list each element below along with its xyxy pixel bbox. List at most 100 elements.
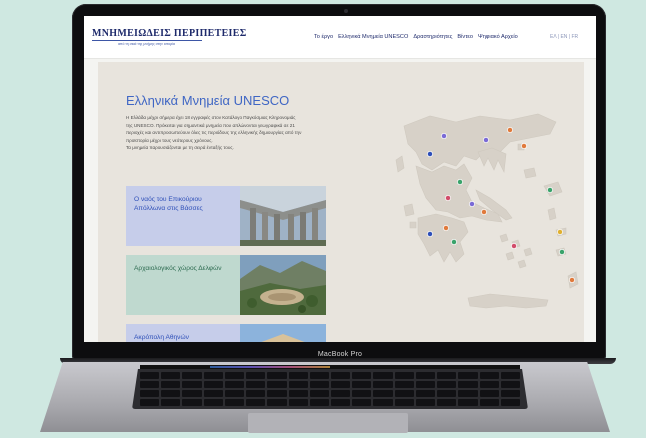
keyboard-key: [140, 390, 160, 397]
keyboard-key: [288, 381, 308, 388]
keyboard-key: [288, 399, 308, 406]
monument-card-acropolis[interactable]: Ακρόπολη Αθηνών: [126, 324, 326, 342]
nav-item-project[interactable]: Το έργο: [314, 34, 333, 40]
card-title: Ακρόπολη Αθηνών: [126, 324, 240, 342]
keyboard-key: [203, 399, 223, 406]
map-pin: [559, 249, 565, 255]
keyboard-key: [309, 381, 329, 388]
keyboard-key: [394, 399, 414, 406]
keyboard-key: [352, 399, 372, 406]
keyboard-key: [246, 390, 266, 397]
keyboard-key: [394, 381, 414, 388]
main-nav: Το έργο Ελληνικά Μνημεία UNESCO Δραστηρι…: [314, 34, 518, 40]
nav-item-video[interactable]: Βίντεο: [457, 34, 473, 40]
keyboard-key: [330, 372, 351, 379]
keyboard-key: [458, 381, 478, 388]
map-region-zakynthos: [409, 221, 417, 229]
keyboard-key: [224, 372, 245, 379]
keyboard-key: [161, 381, 181, 388]
intro-paragraph: Η Ελλάδα μέχρι σήμερα έχει 18 εγγραφές σ…: [126, 114, 344, 152]
map-pin: [547, 187, 553, 193]
bassae-temple-photo: [240, 186, 326, 246]
keyboard-key: [140, 399, 160, 406]
map-pin: [557, 229, 563, 235]
map-region-crete: [467, 293, 549, 309]
map-region-limnos: [523, 167, 537, 179]
intro-line: Η Ελλάδα μέχρι σήμερα έχει 18 εγγραφές σ…: [126, 115, 296, 120]
map-pin: [427, 151, 433, 157]
map-pin: [445, 195, 451, 201]
map-region-central: [415, 163, 503, 223]
touch-bar-glow: [210, 366, 330, 368]
keyboard-key: [437, 399, 457, 406]
keyboard-key: [479, 381, 499, 388]
keyboard-key: [437, 390, 457, 397]
map-pin: [427, 231, 433, 237]
keyboard-key: [373, 372, 393, 379]
map-region-lesvos: [543, 181, 563, 197]
keyboard-key: [267, 390, 287, 397]
keyboard-key: [373, 399, 393, 406]
keyboard-key: [330, 381, 351, 388]
keyboard-key: [352, 381, 372, 388]
keyboard-key: [500, 399, 520, 406]
keyboard-key: [267, 372, 287, 379]
map-region-kefalonia: [403, 203, 415, 217]
device-brand-label: MacBook Pro: [317, 351, 363, 358]
keyboard-key: [161, 399, 181, 406]
map-pin: [569, 277, 575, 283]
keyboard-key: [224, 381, 245, 388]
keyboard-key: [458, 390, 478, 397]
keyboard-key: [352, 390, 372, 397]
monument-card-delphi[interactable]: Αρχαιολογικός χώρος Δελφών: [126, 255, 326, 315]
intro-line: προϊστορία μέχρι τους νεότερους χρόνους.: [126, 137, 213, 143]
map-pin: [521, 143, 527, 149]
keyboard-key: [140, 372, 160, 379]
keyboard-key: [500, 372, 520, 379]
delphi-site-photo: [240, 255, 326, 315]
keyboard-key: [458, 372, 478, 379]
nav-item-archive[interactable]: Ψηφιακό Αρχείο: [478, 34, 518, 40]
nav-item-unesco[interactable]: Ελληνικά Μνημεία UNESCO: [338, 34, 408, 40]
keyboard-key: [479, 390, 499, 397]
webcam: [344, 9, 348, 13]
keyboard-key: [246, 381, 266, 388]
intro-line: Τα μνημεία παρουσιάζονται με τη σειρά έν…: [126, 145, 234, 151]
keyboard-key: [140, 381, 160, 388]
keyboard-key: [161, 372, 181, 379]
keyboard-key: [330, 390, 351, 397]
map-pin: [511, 243, 517, 249]
monument-card-bassae[interactable]: Ο ναός του Επικούριου Απόλλωνα στις Βάσσ…: [126, 186, 326, 246]
keyboard-key: [500, 390, 520, 397]
language-switcher[interactable]: ΕΛ | EN | FR: [550, 34, 578, 40]
touch-bar: [140, 365, 520, 369]
map-pin: [507, 127, 513, 133]
keyboard-key: [224, 390, 245, 397]
map-region-cyclades-1: [499, 233, 509, 243]
keyboard-key: [437, 381, 457, 388]
keyboard-key: [394, 372, 414, 379]
keyboard-key: [246, 399, 266, 406]
laptop-scene: ΜΝΗΜΕΙΩΔΕΙΣ ΠΕΡΙΠΕΤΕΙΕΣ από τη σκιά της …: [0, 0, 646, 438]
content-area: Ελληνικά Μνημεία UNESCO Η Ελλάδα μέχρι σ…: [98, 62, 584, 342]
keyboard-key: [203, 390, 223, 397]
card-title: Αρχαιολογικός χώρος Δελφών: [126, 255, 240, 315]
keyboard-key: [203, 372, 223, 379]
map-region-cyclades-5: [517, 259, 527, 269]
keyboard-key: [415, 390, 436, 397]
nav-item-activities[interactable]: Δραστηριότητες: [413, 34, 452, 40]
keyboard-key: [415, 381, 436, 388]
map-region-cyclades-4: [505, 251, 515, 261]
page-title: Ελληνικά Μνημεία UNESCO: [126, 93, 290, 108]
keyboard-key: [500, 381, 520, 388]
map-pin: [481, 209, 487, 215]
acropolis-photo: [240, 324, 326, 342]
map-region-corfu: [395, 155, 405, 173]
keyboard-key: [161, 390, 181, 397]
map-pin: [469, 201, 475, 207]
keyboard-key: [267, 399, 287, 406]
greece-map[interactable]: [360, 86, 582, 326]
trackpad: [248, 413, 408, 433]
site-logo[interactable]: ΜΝΗΜΕΙΩΔΕΙΣ ΠΕΡΙΠΕΤΕΙΕΣ από τη σκιά της …: [92, 28, 247, 46]
keyboard-key: [182, 372, 202, 379]
